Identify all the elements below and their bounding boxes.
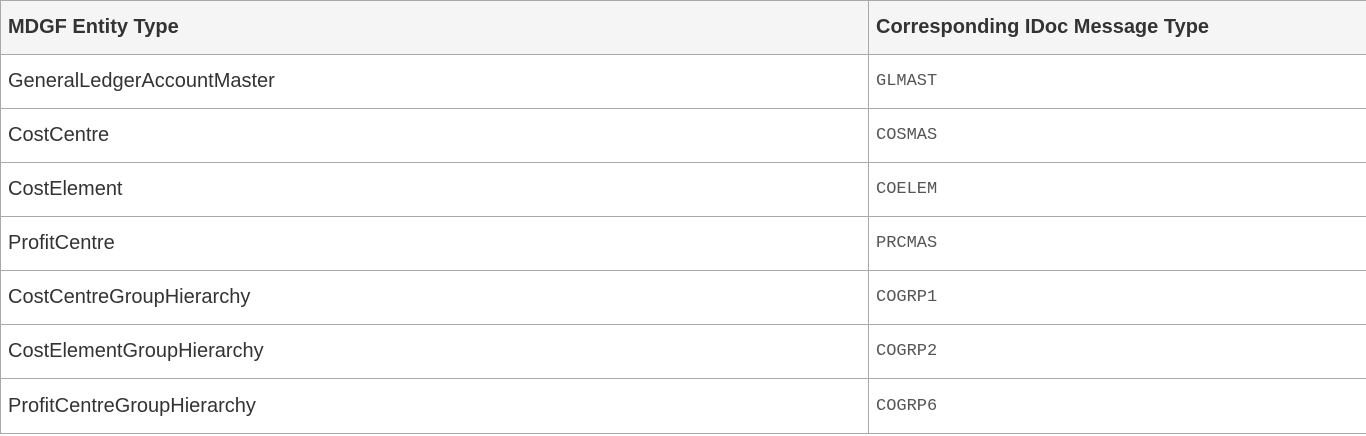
entity-type-cell: GeneralLedgerAccountMaster	[0, 54, 869, 109]
message-type-cell: PRCMAS	[868, 216, 1366, 271]
message-type-cell: COELEM	[868, 162, 1366, 217]
entity-type-cell: CostCentre	[0, 108, 869, 163]
entity-type-cell: CostCentreGroupHierarchy	[0, 270, 869, 325]
message-type-cell: COSMAS	[868, 108, 1366, 163]
table-row: CostElement COELEM	[0, 162, 1366, 217]
table-row: ProfitCentre PRCMAS	[0, 216, 1366, 271]
table-row: CostElementGroupHierarchy COGRP2	[0, 324, 1366, 379]
table-row: CostCentreGroupHierarchy COGRP1	[0, 270, 1366, 325]
message-type-cell: COGRP1	[868, 270, 1366, 325]
table-row: GeneralLedgerAccountMaster GLMAST	[0, 54, 1366, 109]
message-type-cell: GLMAST	[868, 54, 1366, 109]
message-type-cell: COGRP6	[868, 378, 1366, 434]
table-row: ProfitCentreGroupHierarchy COGRP6	[0, 378, 1366, 434]
message-type-cell: COGRP2	[868, 324, 1366, 379]
header-mdgf-entity-type: MDGF Entity Type	[0, 0, 869, 55]
entity-type-cell: ProfitCentreGroupHierarchy	[0, 378, 869, 434]
entity-type-cell: CostElementGroupHierarchy	[0, 324, 869, 379]
table-row: CostCentre COSMAS	[0, 108, 1366, 163]
table-header-row: MDGF Entity Type Corresponding IDoc Mess…	[0, 0, 1366, 55]
entity-type-cell: ProfitCentre	[0, 216, 869, 271]
header-idoc-message-type: Corresponding IDoc Message Type	[868, 0, 1366, 55]
entity-mapping-table: MDGF Entity Type Corresponding IDoc Mess…	[0, 0, 1366, 434]
entity-type-cell: CostElement	[0, 162, 869, 217]
